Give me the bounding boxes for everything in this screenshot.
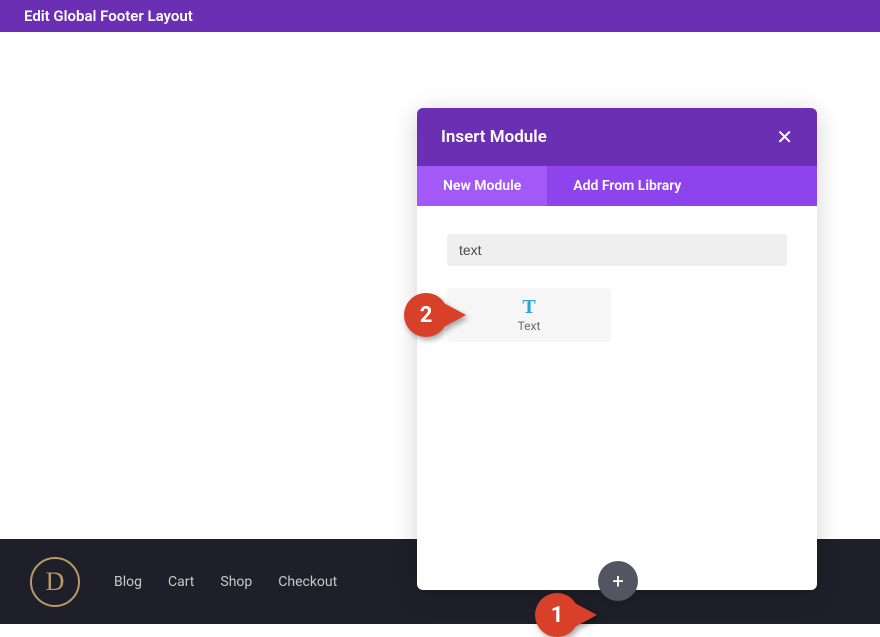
logo-letter: D [46, 567, 65, 597]
module-text[interactable]: T Text [447, 288, 611, 342]
plus-icon: + [612, 569, 623, 593]
modal-header: Insert Module ✕ [417, 108, 817, 166]
nav-shop[interactable]: Shop [220, 574, 252, 590]
logo-icon: D [30, 557, 80, 607]
search-input[interactable] [447, 234, 787, 266]
nav-cart[interactable]: Cart [168, 574, 194, 590]
callout-arrow-icon [571, 601, 597, 629]
tab-add-from-library[interactable]: Add From Library [547, 166, 707, 206]
page-header: Edit Global Footer Layout [0, 0, 880, 32]
nav-blog[interactable]: Blog [114, 574, 142, 590]
callout-1: 1 [535, 593, 579, 637]
modal-title: Insert Module [441, 127, 547, 147]
modal-tabs: New Module Add From Library [417, 166, 817, 206]
close-icon[interactable]: ✕ [776, 127, 793, 147]
callout-2-badge: 2 [404, 293, 448, 337]
tab-new-module[interactable]: New Module [417, 166, 547, 206]
callout-2-number: 2 [420, 303, 433, 328]
module-label: Text [518, 319, 541, 333]
modal-body: T Text [417, 206, 817, 590]
text-module-icon: T [522, 297, 535, 317]
callout-1-badge: 1 [535, 593, 579, 637]
page-title: Edit Global Footer Layout [24, 7, 193, 25]
canvas: D Blog Cart Shop Checkout Insert Module … [0, 32, 880, 624]
nav-checkout[interactable]: Checkout [278, 574, 337, 590]
callout-arrow-icon [440, 301, 466, 329]
add-module-button[interactable]: + [598, 561, 638, 601]
insert-module-modal: Insert Module ✕ New Module Add From Libr… [417, 108, 817, 590]
module-grid: T Text [447, 288, 787, 342]
callout-2: 2 [404, 293, 448, 337]
footer-nav: Blog Cart Shop Checkout [114, 574, 337, 590]
